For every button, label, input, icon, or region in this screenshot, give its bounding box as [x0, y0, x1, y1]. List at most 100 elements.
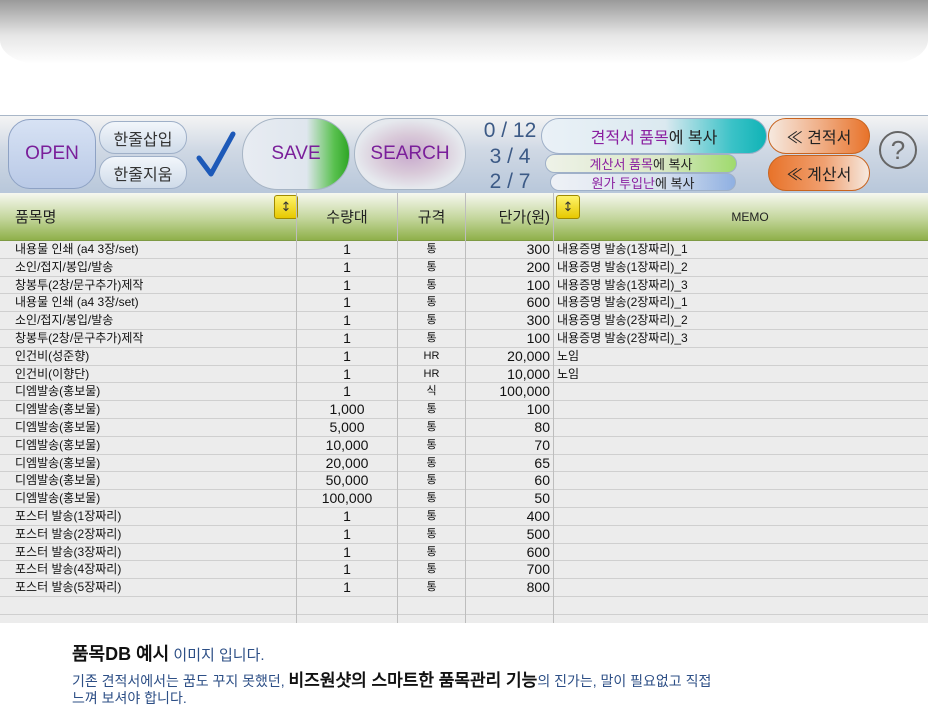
cell-unit[interactable]: 식: [398, 383, 465, 401]
table-row[interactable]: 디엠발송(홍보물) 100,000 통 50: [0, 490, 928, 508]
cell-memo[interactable]: [557, 383, 917, 401]
cell-unit[interactable]: 통: [398, 490, 465, 508]
cell-qty[interactable]: 1: [297, 561, 397, 579]
cell-unit[interactable]: HR: [398, 366, 465, 384]
cell-price[interactable]: 70: [466, 437, 550, 455]
table-row[interactable]: 인건비(이향단) 1 HR 10,000 노임: [0, 366, 928, 384]
table-row[interactable]: 포스터 발송(1장짜리) 1 통 400: [0, 508, 928, 526]
cell-qty[interactable]: [297, 597, 397, 615]
table-row[interactable]: 디엠발송(홍보물) 1,000 통 100: [0, 401, 928, 419]
cell-unit[interactable]: 통: [398, 508, 465, 526]
cell-unit[interactable]: [398, 597, 465, 615]
cell-qty[interactable]: 1: [297, 544, 397, 562]
cell-price[interactable]: 600: [466, 544, 550, 562]
cell-name[interactable]: 인건비(성준향): [15, 348, 295, 366]
cell-price[interactable]: 400: [466, 508, 550, 526]
cell-qty[interactable]: 50,000: [297, 472, 397, 490]
cell-price[interactable]: 700: [466, 561, 550, 579]
cell-unit[interactable]: HR: [398, 348, 465, 366]
cell-memo[interactable]: [557, 579, 917, 597]
help-icon[interactable]: ?: [878, 130, 918, 170]
cell-memo[interactable]: [557, 472, 917, 490]
cell-price[interactable]: 600: [466, 294, 550, 312]
header-qty[interactable]: 수량대: [297, 193, 397, 240]
cell-qty[interactable]: 1: [297, 579, 397, 597]
cell-price[interactable]: [466, 597, 550, 615]
cell-name[interactable]: 내용물 인쇄 (a4 3장/set): [15, 241, 295, 259]
cell-price[interactable]: 20,000: [466, 348, 550, 366]
open-button[interactable]: OPEN: [8, 119, 96, 189]
table-row[interactable]: 포스터 발송(4장짜리) 1 통 700: [0, 561, 928, 580]
sort-price-button[interactable]: ↕: [556, 195, 580, 219]
cell-qty[interactable]: 20,000: [297, 455, 397, 473]
cell-unit[interactable]: 통: [398, 526, 465, 544]
cell-qty[interactable]: 1: [297, 348, 397, 366]
cell-qty[interactable]: 1: [297, 294, 397, 312]
cell-unit[interactable]: 통: [398, 579, 465, 597]
cell-price[interactable]: 100: [466, 277, 550, 295]
cell-memo[interactable]: [557, 544, 917, 562]
cell-unit[interactable]: 통: [398, 472, 465, 490]
header-unit[interactable]: 규격: [398, 193, 465, 240]
table-row[interactable]: 포스터 발송(2장짜리) 1 통 500: [0, 526, 928, 544]
cell-name[interactable]: 포스터 발송(2장짜리): [15, 526, 295, 544]
table-row[interactable]: 내용물 인쇄 (a4 3장/set) 1 통 600 내용증명 발송(2장짜리)_1: [0, 294, 928, 313]
insert-row-button[interactable]: 한줄삽입: [99, 121, 187, 154]
table-row[interactable]: 디엠발송(홍보물) 1 식 100,000: [0, 383, 928, 402]
cell-qty[interactable]: 1: [297, 526, 397, 544]
cell-price[interactable]: 10,000: [466, 366, 550, 384]
cell-price[interactable]: 300: [466, 312, 550, 330]
header-name[interactable]: 품목명: [15, 193, 56, 240]
cell-unit[interactable]: 통: [398, 561, 465, 579]
cell-memo[interactable]: [557, 597, 917, 615]
table-row[interactable]: [0, 597, 928, 615]
cell-name[interactable]: 창봉투(2창/문구추가)제작: [15, 330, 295, 348]
go-quote-button[interactable]: ≪ 견적서: [768, 118, 870, 154]
cell-price[interactable]: 50: [466, 490, 550, 508]
table-row[interactable]: 인건비(성준향) 1 HR 20,000 노임: [0, 348, 928, 366]
cell-memo[interactable]: [557, 526, 917, 544]
cell-name[interactable]: 디엠발송(홍보물): [15, 383, 295, 401]
cell-memo[interactable]: [557, 490, 917, 508]
cell-unit[interactable]: 통: [398, 544, 465, 562]
cell-name[interactable]: 소인/접지/봉입/발송: [15, 312, 295, 330]
cell-qty[interactable]: 100,000: [297, 490, 397, 508]
cell-memo[interactable]: 내용증명 발송(1장짜리)_3: [557, 277, 917, 295]
table-row[interactable]: 창봉투(2창/문구추가)제작 1 통 100 내용증명 발송(1장짜리)_3: [0, 277, 928, 295]
cell-price[interactable]: 100: [466, 401, 550, 419]
cell-unit[interactable]: 통: [398, 419, 465, 437]
cell-price[interactable]: 300: [466, 241, 550, 259]
cell-memo[interactable]: 내용증명 발송(1장짜리)_1: [557, 241, 917, 259]
cell-price[interactable]: 80: [466, 419, 550, 437]
cell-memo[interactable]: 내용증명 발송(2장짜리)_1: [557, 294, 917, 312]
table-row[interactable]: 내용물 인쇄 (a4 3장/set) 1 통 300 내용증명 발송(1장짜리)_1: [0, 241, 928, 259]
cell-unit[interactable]: 통: [398, 294, 465, 312]
cell-price[interactable]: 200: [466, 259, 550, 277]
cell-memo[interactable]: 노임: [557, 366, 917, 384]
cell-unit[interactable]: 통: [398, 277, 465, 295]
table-row[interactable]: 디엠발송(홍보물) 10,000 통 70: [0, 437, 928, 455]
cell-name[interactable]: 소인/접지/봉입/발송: [15, 259, 295, 277]
cell-memo[interactable]: 내용증명 발송(2장짜리)_3: [557, 330, 917, 348]
cell-name[interactable]: 디엠발송(홍보물): [15, 490, 295, 508]
table-row[interactable]: 디엠발송(홍보물) 20,000 통 65: [0, 455, 928, 473]
cell-memo[interactable]: 노임: [557, 348, 917, 366]
cell-qty[interactable]: 1: [297, 277, 397, 295]
header-price[interactable]: 단가(원): [466, 193, 550, 240]
sort-name-button[interactable]: ↕: [274, 195, 298, 219]
cell-name[interactable]: [15, 597, 295, 615]
cell-name[interactable]: 내용물 인쇄 (a4 3장/set): [15, 294, 295, 312]
cell-name[interactable]: 포스터 발송(4장짜리): [15, 561, 295, 579]
cell-price[interactable]: 800: [466, 579, 550, 597]
cell-name[interactable]: 포스터 발송(5장짜리): [15, 579, 295, 597]
cell-memo[interactable]: [557, 437, 917, 455]
header-memo[interactable]: MEMO: [580, 193, 920, 240]
cell-name[interactable]: 디엠발송(홍보물): [15, 472, 295, 490]
cell-price[interactable]: 65: [466, 455, 550, 473]
table-row[interactable]: 포스터 발송(3장짜리) 1 통 600: [0, 544, 928, 562]
cell-unit[interactable]: 통: [398, 259, 465, 277]
cell-qty[interactable]: 1: [297, 508, 397, 526]
table-row[interactable]: 디엠발송(홍보물) 5,000 통 80: [0, 419, 928, 437]
go-bill-button[interactable]: ≪ 계산서: [768, 155, 870, 191]
cell-memo[interactable]: [557, 401, 917, 419]
